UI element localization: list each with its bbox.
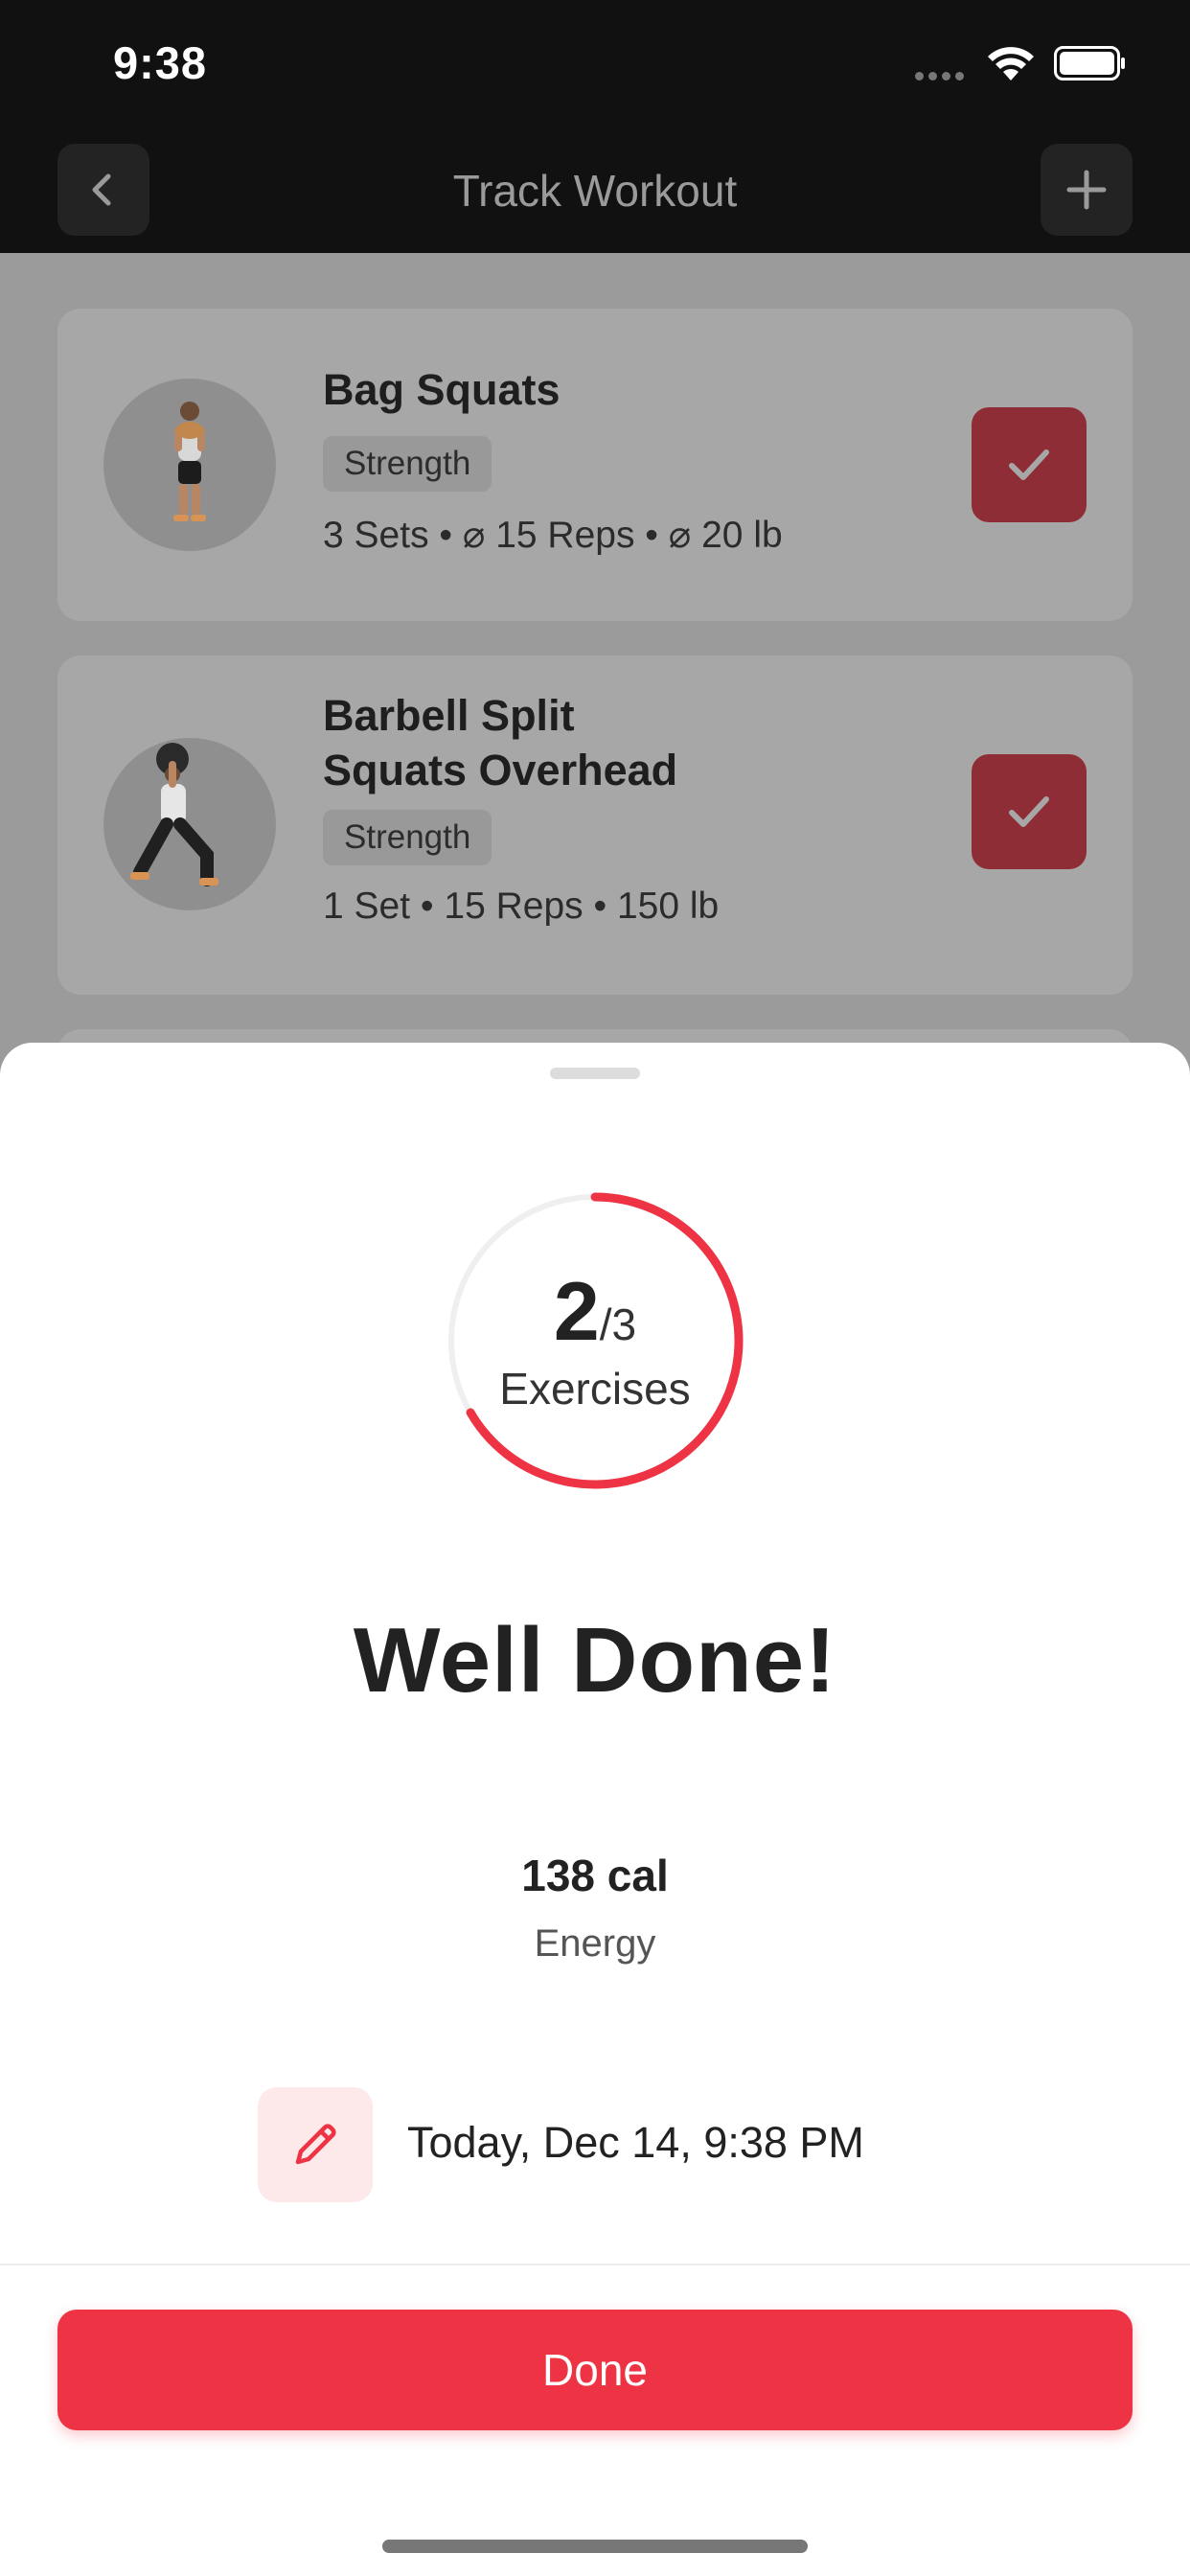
exercise-card[interactable]: Bag Squats Strength 3 Sets • ⌀ 15 Reps •… (57, 309, 1133, 621)
home-indicator (382, 2540, 808, 2553)
cellular-signal-icon (915, 68, 973, 81)
exercise-stats: 3 Sets • ⌀ 15 Reps • ⌀ 20 lb (323, 515, 783, 556)
workout-date[interactable]: Today, Dec 14, 9:38 PM (407, 2118, 864, 2168)
edit-date-button[interactable] (258, 2087, 373, 2202)
exercise-title: Barbell Split Squats Overhead (323, 691, 678, 794)
exercise-stats: 1 Set • 15 Reps • 150 lb (323, 886, 720, 927)
workout-summary-sheet: 2/3 Exercises Well Done! 138 cal Energy … (0, 1043, 1190, 2576)
person-figure-icon (130, 743, 218, 886)
battery-icon (1054, 46, 1125, 80)
total-count: /3 (599, 1300, 637, 1349)
pencil-icon (295, 2124, 336, 2165)
checkmark-icon (1009, 796, 1049, 827)
exercise-count-label: Exercises (499, 1364, 691, 1414)
page-title: Track Workout (452, 166, 738, 216)
sheet-grabber[interactable] (550, 1068, 640, 1079)
exercise-count: 2/3 (445, 1265, 745, 1360)
done-button[interactable]: Done (57, 2310, 1133, 2430)
wifi-icon (988, 47, 1034, 80)
divider (0, 2264, 1190, 2266)
exercise-title: Bag Squats (323, 365, 561, 414)
category-tag: Strength (323, 436, 492, 492)
completed-checkbox[interactable] (972, 407, 1087, 522)
plus-icon (1066, 170, 1107, 210)
exercise-thumbnail (103, 738, 276, 910)
status-bar: 9:38 (0, 0, 1190, 134)
checkmark-icon (1009, 449, 1049, 480)
status-time: 9:38 (113, 37, 208, 88)
completion-headline: Well Done! (353, 1609, 837, 1712)
energy-label: Energy (534, 1922, 656, 1965)
energy-value: 138 cal (521, 1851, 669, 1900)
exercise-thumbnail (103, 379, 276, 551)
completed-count: 2 (553, 1266, 600, 1358)
category-tag: Strength (323, 810, 492, 865)
person-figure-icon (173, 402, 206, 521)
completed-checkbox[interactable] (972, 754, 1087, 869)
add-button[interactable] (1041, 144, 1133, 236)
exercise-card[interactable]: Barbell Split Squats Overhead Strength 1 … (57, 656, 1133, 995)
